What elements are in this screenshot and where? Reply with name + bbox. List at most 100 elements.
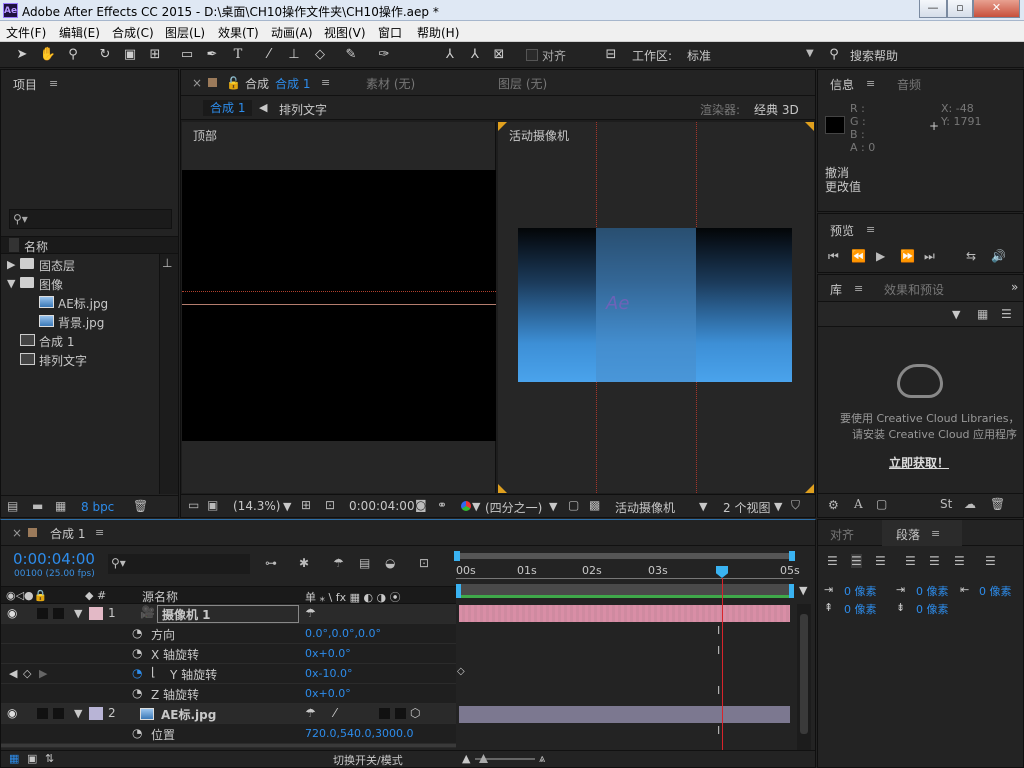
menu-help[interactable]: 帮助(H) — [417, 24, 459, 41]
pen-tool-icon[interactable]: ✒ — [203, 46, 221, 64]
close-tab-icon[interactable]: × — [12, 526, 22, 540]
library-dropdown-icon[interactable]: ▼ — [952, 308, 960, 321]
image-layer-duration-bar[interactable] — [459, 706, 790, 723]
align-left-icon[interactable]: ☰ — [827, 554, 838, 568]
justify-center-icon[interactable]: ☰ — [929, 554, 940, 568]
project-menu-icon[interactable]: ≡ — [49, 77, 58, 90]
3d-layer-icon[interactable]: ⬡ — [410, 706, 420, 720]
selection-tool-icon[interactable]: ➤ — [13, 46, 31, 64]
label-color-swatch[interactable] — [89, 707, 103, 720]
channel-dropdown-icon[interactable]: ▼ — [472, 500, 480, 513]
align-center-icon[interactable]: ☰ — [851, 554, 862, 568]
property-row[interactable]: ◀ ◇ ▶ ◔ ⌊ Y 轴旋转 0x-10.0° — [1, 664, 456, 684]
previous-frame-icon[interactable]: ⏪ — [851, 249, 866, 263]
expand-arrow-icon[interactable]: ▼ — [74, 607, 82, 620]
stopwatch-icon[interactable]: ◔ — [132, 626, 142, 640]
label-color-swatch[interactable] — [89, 607, 103, 620]
breadcrumb-active[interactable]: 合成 1 — [203, 100, 253, 116]
property-value[interactable]: 0x+0.0° — [305, 647, 351, 660]
align-right-icon[interactable]: ☰ — [875, 554, 886, 568]
brush-tool-icon[interactable]: ⁄ — [260, 46, 278, 64]
region-of-interest-icon[interactable]: ▢ — [568, 498, 579, 512]
navigator-bar[interactable] — [456, 553, 793, 559]
project-search-input[interactable]: ⚲▾ — [9, 209, 172, 229]
pan-behind-tool-icon[interactable]: ⊞ — [146, 46, 164, 64]
layer-name[interactable]: 摄像机 1 — [157, 605, 299, 623]
grid-view-icon[interactable]: ▦ — [977, 307, 988, 321]
stopwatch-icon[interactable]: ◔ — [132, 686, 142, 700]
graph-editor-icon[interactable]: ⊡ — [419, 556, 429, 570]
info-menu-icon[interactable]: ≡ — [866, 77, 875, 90]
navigator-end-handle[interactable] — [789, 551, 795, 561]
list-item[interactable]: ▼ 图像 — [1, 274, 161, 294]
work-area-end-handle[interactable] — [789, 584, 794, 598]
preview-tab[interactable]: 预览 — [830, 222, 854, 239]
next-keyframe-icon[interactable]: ▶ — [39, 667, 47, 680]
zoom-in-icon[interactable]: ⩓ — [539, 752, 545, 766]
comp-marker-bin-icon[interactable]: ▼ — [799, 584, 813, 598]
resolution-dropdown-icon[interactable]: ▼ — [549, 500, 557, 513]
rectangle-tool-icon[interactable]: ▭ — [178, 46, 196, 64]
view-axis-icon[interactable]: ⊠ — [490, 46, 508, 64]
playhead-line[interactable] — [722, 578, 723, 756]
zoom-dropdown[interactable]: (14.3%) — [233, 499, 280, 513]
source-name-header[interactable]: 源名称 — [142, 588, 178, 605]
last-frame-icon[interactable]: ⏭ — [924, 249, 935, 264]
indent-left-value[interactable]: 0 像素 — [844, 583, 877, 599]
project-tab[interactable]: 项目 — [13, 76, 37, 93]
library-menu-icon[interactable]: ≡ — [854, 282, 863, 295]
property-value[interactable]: 0x+0.0° — [305, 687, 351, 700]
monitor-icon[interactable]: ▣ — [207, 498, 218, 512]
timeline-menu-icon[interactable]: ≡ — [95, 526, 104, 539]
list-item[interactable]: 排列文字 — [1, 350, 161, 370]
flowchart-icon[interactable]: ⊥ — [162, 256, 172, 270]
list-item[interactable]: ▶ 固态层 — [1, 255, 161, 275]
transfer-controls-toggle-icon[interactable]: ▣ — [27, 752, 37, 765]
collapse-arrow-icon[interactable]: ▼ — [7, 277, 15, 290]
stopwatch-icon[interactable]: ◔ — [132, 646, 142, 660]
layer-name[interactable]: AE标.jpg — [161, 706, 216, 723]
in-out-toggle-icon[interactable]: ⇅ — [45, 752, 54, 765]
scrollbar-thumb[interactable] — [800, 614, 808, 734]
shy-switch-icon[interactable]: ☂ — [305, 606, 316, 620]
loop-icon[interactable]: ⇆ — [966, 249, 976, 263]
library-selector-bar[interactable]: ▼ ▦ ☰ — [818, 301, 1023, 327]
search-help-input[interactable]: 搜索帮助 — [850, 47, 898, 64]
project-scrollbar[interactable]: ⊥ — [159, 254, 178, 494]
interpret-footage-icon[interactable]: ▤ — [7, 499, 18, 513]
keyframe-marker-icon[interactable]: ◇ — [457, 666, 465, 677]
timeline-tab-label[interactable]: 合成 1 — [50, 525, 85, 542]
adjustment-switch[interactable] — [379, 708, 390, 719]
footage-tab[interactable]: 素材 (无) — [366, 75, 415, 92]
first-frame-icon[interactable]: ⏮ — [828, 249, 839, 264]
new-composition-icon[interactable]: ▦ — [55, 499, 66, 513]
audio-mute-icon[interactable]: 🔊 — [991, 249, 1006, 263]
property-row[interactable]: ◔ Z 轴旋转 0x+0.0° — [1, 684, 456, 704]
hand-tool-icon[interactable]: ✋ — [39, 46, 57, 64]
layer-switches-toggle-icon[interactable]: ▦ — [9, 752, 19, 765]
maximize-button[interactable]: ▫ — [947, 0, 973, 18]
time-ruler[interactable]: 00s 01s 02s 03s 05s — [456, 564, 800, 584]
property-value[interactable]: 0x-10.0° — [305, 667, 352, 680]
list-item[interactable]: 合成 1 — [1, 331, 161, 351]
property-row[interactable]: ◔ X 轴旋转 0x+0.0° — [1, 644, 456, 664]
graph-icon[interactable]: ⌊ — [151, 665, 156, 679]
minimize-button[interactable]: — — [919, 0, 947, 18]
composition-tab-label[interactable]: 合成 — [245, 75, 269, 92]
menu-effect[interactable]: 效果(T) — [218, 24, 259, 41]
timeline-scrollbar[interactable] — [797, 604, 811, 750]
property-value[interactable]: 0.0°,0.0°,0.0° — [305, 627, 381, 640]
layer-row-camera[interactable]: ◉ ▼ 1 🎥 摄像机 1 ☂ — [1, 604, 456, 624]
mask-visibility-icon[interactable]: ⊡ — [325, 498, 335, 512]
shy-layers-icon[interactable]: ☂ — [333, 556, 344, 570]
title-safe-icon[interactable]: ⊞ — [301, 498, 311, 512]
property-value[interactable]: 720.0,540.0,3000.0 — [305, 727, 413, 740]
justify-right-icon[interactable]: ☰ — [954, 554, 965, 568]
stock-icon[interactable]: St — [940, 497, 952, 511]
snapshot-camera-icon[interactable]: ◙ — [415, 498, 427, 512]
switches-header[interactable]: 单 ⁎ \ fx ▦ ◐ ◑ ⦿ — [305, 589, 401, 605]
lock-toggle[interactable] — [53, 608, 64, 619]
camera-view-dropdown[interactable]: 活动摄像机 — [615, 499, 675, 516]
snap-checkbox[interactable] — [526, 49, 538, 61]
local-axis-icon[interactable]: ⅄ — [441, 46, 459, 64]
